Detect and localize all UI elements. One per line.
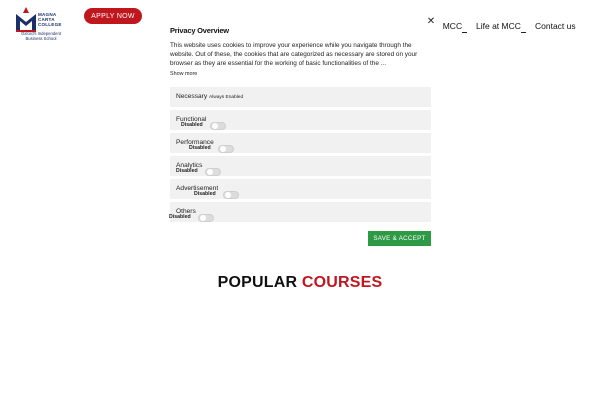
analytics-toggle[interactable] xyxy=(205,168,221,176)
toggle-status-label: Disabled xyxy=(169,214,191,220)
category-name: Necessary xyxy=(176,93,208,100)
toggle-status-label: Disabled xyxy=(181,122,203,128)
modal-description: This website uses cookies to improve you… xyxy=(170,42,418,67)
toggle-status-label: Disabled xyxy=(176,168,198,174)
others-toggle[interactable] xyxy=(198,214,214,222)
performance-toggle[interactable] xyxy=(218,145,234,153)
logo-tagline: Oxford's Independent Business School xyxy=(21,31,61,41)
advertisement-toggle[interactable] xyxy=(223,191,239,199)
toggle-status-label: Disabled xyxy=(194,191,216,197)
chevron-down-icon xyxy=(462,31,467,33)
toggle-status-label: Disabled xyxy=(189,145,211,151)
close-icon[interactable]: ✕ xyxy=(426,16,436,28)
heading-word-courses: COURSES xyxy=(301,274,383,291)
show-more-link[interactable]: Show more xyxy=(170,71,197,77)
logo-emblem-icon xyxy=(16,7,36,32)
heading-word-popular: POPULAR xyxy=(217,274,298,291)
apply-now-button[interactable]: APPLY NOW xyxy=(84,8,142,24)
modal-title: Privacy Overview xyxy=(170,26,229,35)
nav-item-contact-us[interactable]: Contact us xyxy=(535,21,576,31)
always-enabled-badge: Always Enabled xyxy=(209,95,244,100)
cookie-category-necessary[interactable]: Necessary Always Enabled xyxy=(170,87,431,107)
nav-item-life-at-mcc[interactable]: Life at MCC xyxy=(476,21,521,31)
logo-wordmark: MAGNA CARTA COLLEGE xyxy=(38,12,62,28)
save-and-accept-button[interactable]: SAVE & ACCEPT xyxy=(368,231,431,246)
functional-toggle[interactable] xyxy=(210,122,226,130)
college-logo[interactable]: MAGNA CARTA COLLEGE Oxford's Independent… xyxy=(14,6,68,44)
popular-courses-heading: POPULAR COURSES xyxy=(0,274,600,292)
logo-line-3: COLLEGE xyxy=(38,22,62,28)
chevron-down-icon xyxy=(521,31,526,33)
